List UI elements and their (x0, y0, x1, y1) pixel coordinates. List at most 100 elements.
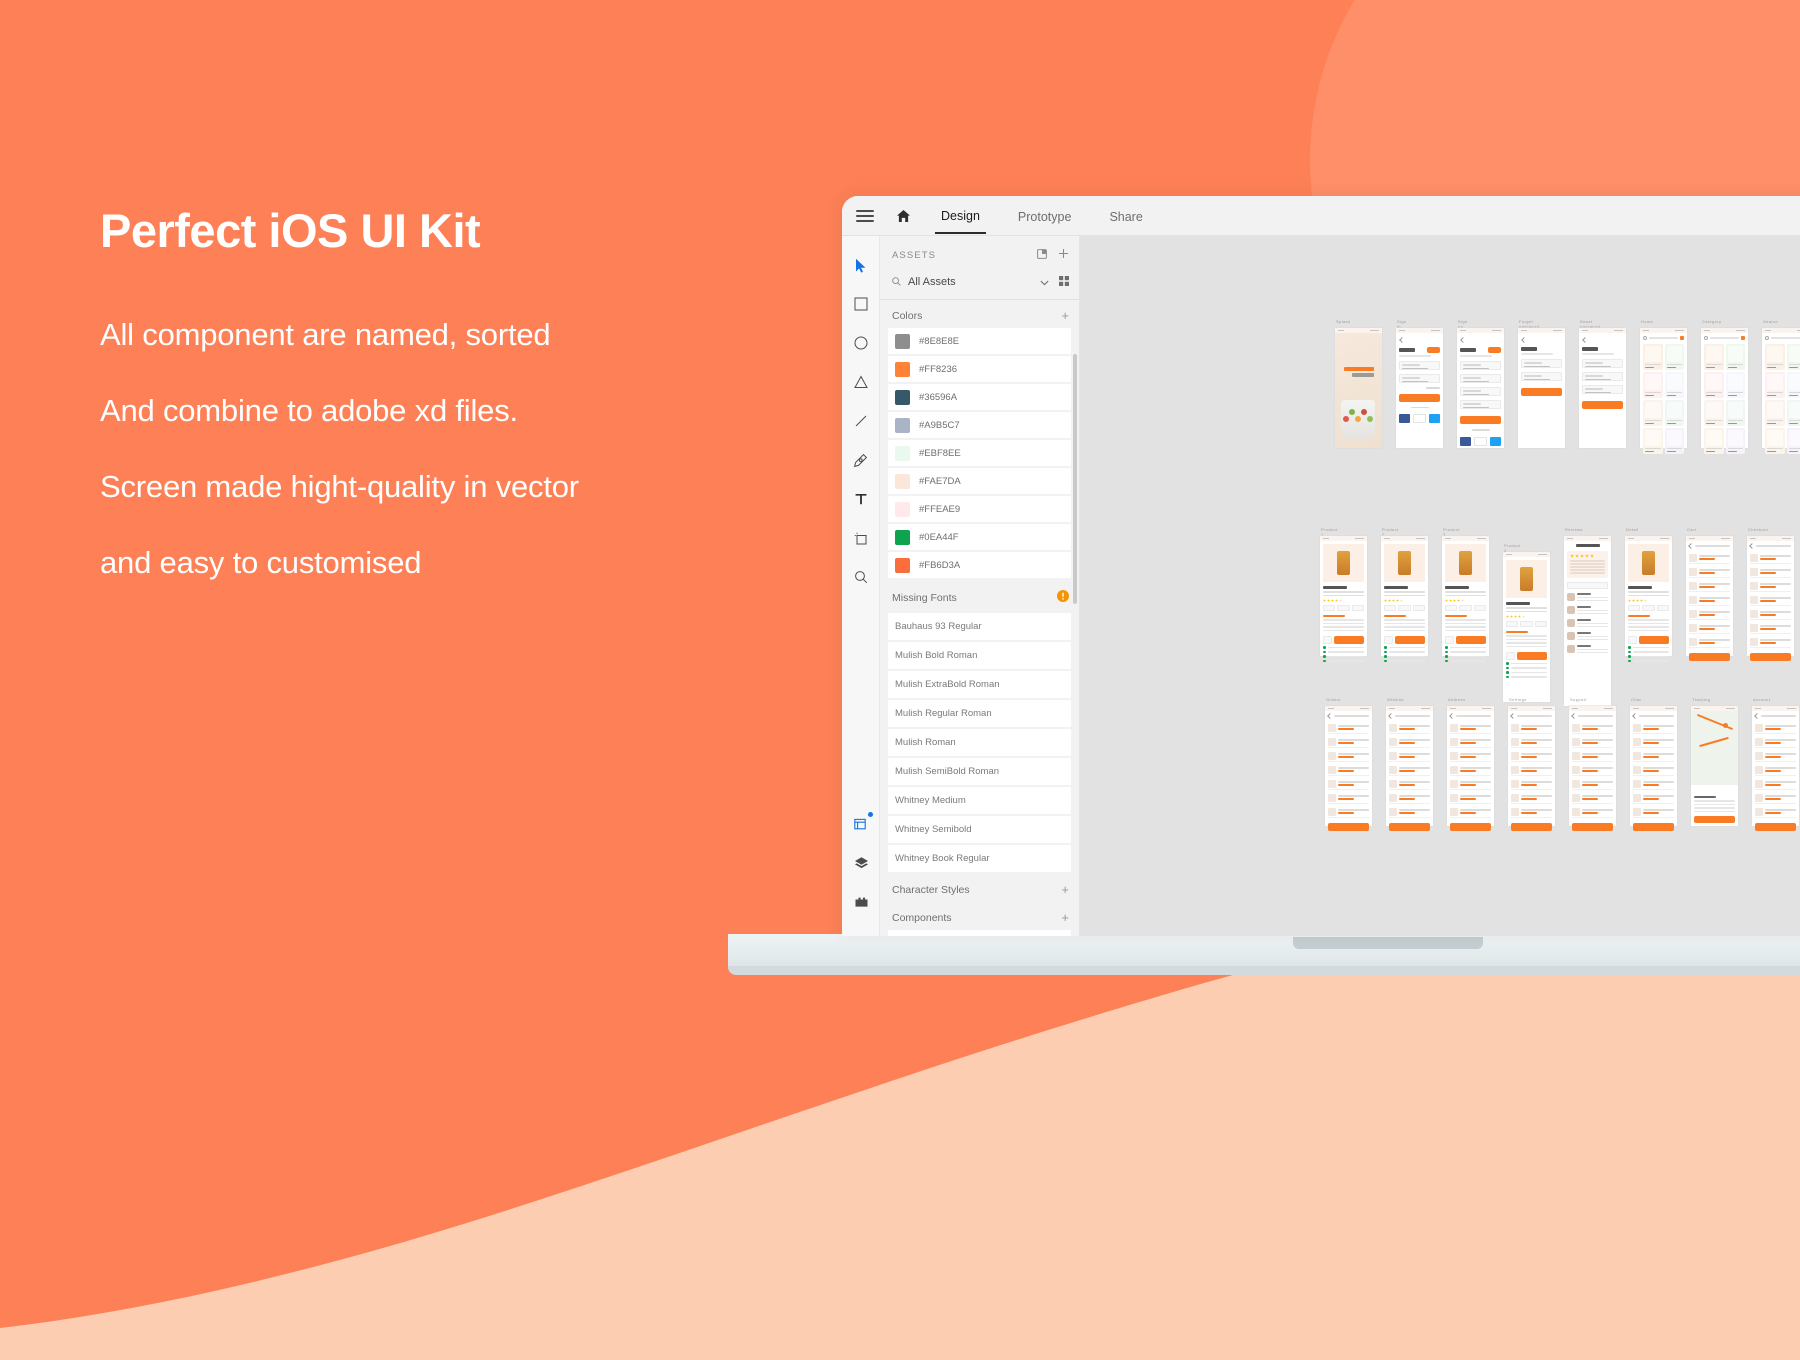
weight-option[interactable] (1384, 605, 1397, 611)
artboard-screen[interactable] (1447, 706, 1494, 831)
cart-icon[interactable] (1741, 336, 1745, 340)
list-item[interactable] (1750, 622, 1791, 634)
artboard-screen[interactable] (1686, 536, 1733, 661)
artboard-screen[interactable] (1701, 328, 1748, 454)
list-item[interactable] (1450, 764, 1491, 776)
artboard-screen[interactable] (1335, 328, 1382, 448)
product-card[interactable] (1725, 400, 1745, 426)
design-canvas[interactable]: Splash Sign in Sign up Forget password Reset… (1080, 236, 1800, 936)
back-icon[interactable] (1688, 543, 1694, 549)
artboard-tool-icon[interactable] (846, 523, 876, 553)
product-card[interactable] (1725, 428, 1745, 454)
color-asset-row[interactable]: #36596A (888, 384, 1071, 410)
product-card[interactable] (1765, 400, 1785, 426)
list-item[interactable] (1389, 778, 1430, 790)
primary-button[interactable] (1389, 823, 1430, 831)
weight-option[interactable] (1473, 605, 1486, 611)
back-icon[interactable] (1510, 713, 1516, 719)
product-card[interactable] (1643, 344, 1663, 370)
list-item[interactable] (1689, 566, 1730, 578)
section-tab-active[interactable] (1506, 631, 1528, 633)
list-item[interactable] (1389, 750, 1430, 762)
list-item[interactable] (1511, 778, 1552, 790)
list-item[interactable] (1572, 764, 1613, 776)
artboard-screen[interactable] (1396, 328, 1443, 448)
primary-button[interactable] (1460, 416, 1501, 424)
artboard-screen[interactable] (1518, 328, 1565, 448)
list-item[interactable] (1328, 806, 1369, 818)
buy-now-button[interactable] (1517, 652, 1547, 660)
input-field[interactable] (1460, 361, 1501, 370)
missing-font-row[interactable]: Whitney Semibold (888, 816, 1071, 843)
list-item[interactable] (1755, 722, 1796, 734)
assets-filter-bar[interactable]: All Assets (880, 271, 1079, 300)
rectangle-tool-icon[interactable] (846, 289, 876, 319)
social-login-button[interactable] (1474, 436, 1487, 446)
product-card[interactable] (1664, 428, 1684, 454)
missing-font-row[interactable]: Mulish SemiBold Roman (888, 758, 1071, 785)
product-card[interactable] (1643, 428, 1663, 454)
list-item[interactable] (1450, 750, 1491, 762)
weight-option[interactable] (1445, 605, 1458, 611)
hamburger-icon[interactable] (856, 209, 874, 222)
product-card[interactable] (1704, 344, 1724, 370)
weight-option[interactable] (1656, 605, 1669, 611)
artboard-screen[interactable] (1579, 328, 1626, 448)
weight-option[interactable] (1412, 605, 1425, 611)
write-review-button[interactable] (1567, 582, 1608, 589)
plus-icon[interactable]: + (1061, 883, 1069, 896)
add-to-cart-button[interactable] (1384, 636, 1393, 644)
product-card[interactable] (1765, 344, 1785, 370)
list-item[interactable] (1633, 806, 1674, 818)
section-tab-active[interactable] (1445, 615, 1467, 617)
primary-button[interactable] (1755, 823, 1796, 831)
artboard-screen[interactable] (1564, 536, 1611, 706)
add-from-document-icon[interactable] (1037, 246, 1047, 264)
zoom-tool-icon[interactable] (846, 562, 876, 592)
primary-button[interactable] (1328, 823, 1369, 831)
product-card[interactable] (1786, 344, 1800, 370)
list-item[interactable] (1328, 722, 1369, 734)
tracking-button[interactable] (1694, 816, 1735, 823)
list-item[interactable] (1450, 806, 1491, 818)
weight-option[interactable] (1506, 621, 1519, 627)
list-item[interactable] (1750, 566, 1791, 578)
color-asset-row[interactable]: #FAE7DA (888, 468, 1071, 494)
input-field[interactable] (1521, 359, 1562, 368)
artboard-screen[interactable] (1325, 706, 1372, 831)
plugins-panel-icon[interactable] (846, 887, 876, 917)
weight-option[interactable] (1534, 621, 1547, 627)
missing-font-row[interactable]: Whitney Medium (888, 787, 1071, 814)
primary-button[interactable] (1521, 388, 1562, 396)
list-item[interactable] (1689, 552, 1730, 564)
list-item[interactable] (1328, 764, 1369, 776)
back-icon[interactable] (1388, 713, 1394, 719)
color-asset-row[interactable]: #0EA44F (888, 524, 1071, 550)
weight-option[interactable] (1323, 605, 1336, 611)
search-icon[interactable] (1765, 336, 1769, 340)
input-field[interactable] (1460, 374, 1501, 383)
missing-font-row[interactable]: Mulish Roman (888, 729, 1071, 756)
assets-scrollbar[interactable] (1073, 354, 1077, 604)
component-row[interactable]: --Light Status Bar (888, 930, 1071, 936)
primary-button[interactable] (1399, 393, 1440, 402)
list-item[interactable] (1755, 806, 1796, 818)
list-item[interactable] (1755, 792, 1796, 804)
product-card[interactable] (1786, 372, 1800, 398)
product-card[interactable] (1704, 400, 1724, 426)
input-field[interactable] (1582, 359, 1623, 368)
input-field[interactable] (1582, 385, 1623, 394)
list-item[interactable] (1328, 750, 1369, 762)
buy-now-button[interactable] (1639, 636, 1669, 644)
missing-font-row[interactable]: Mulish ExtraBold Roman (888, 671, 1071, 698)
list-item[interactable] (1389, 806, 1430, 818)
artboard-screen[interactable] (1625, 536, 1672, 662)
list-item[interactable] (1633, 722, 1674, 734)
list-item[interactable] (1450, 736, 1491, 748)
list-item[interactable] (1328, 736, 1369, 748)
primary-button[interactable] (1511, 823, 1552, 831)
product-card[interactable] (1664, 344, 1684, 370)
artboard-screen[interactable] (1503, 552, 1550, 702)
polygon-tool-icon[interactable] (846, 367, 876, 397)
weight-option[interactable] (1459, 605, 1472, 611)
